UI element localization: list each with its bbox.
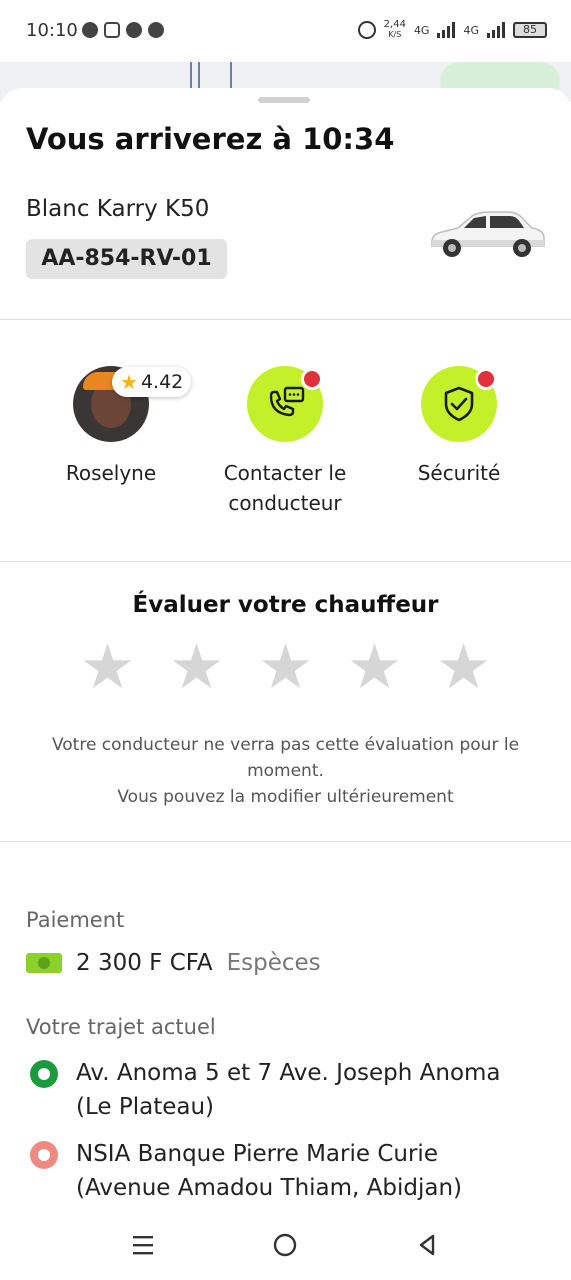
status-bar: 10:10 2,44 K/S 4G 4G 85 bbox=[0, 0, 571, 62]
driver-name: Roselyne bbox=[65, 461, 157, 485]
snapchat-icon bbox=[126, 22, 142, 38]
recent-apps-button[interactable] bbox=[126, 1228, 160, 1262]
fare-amount: 2 300 F CFA bbox=[76, 950, 213, 976]
net-speed-value: 2,44 bbox=[383, 19, 406, 30]
notification-dot bbox=[475, 368, 497, 390]
contact-icon-circle[interactable] bbox=[247, 366, 323, 442]
home-button[interactable] bbox=[268, 1228, 302, 1262]
pickup-row: Av. Anoma 5 et 7 Ave. Joseph Anoma (Le P… bbox=[30, 1056, 530, 1124]
driver-rating-badge: ★ 4.42 bbox=[112, 367, 192, 397]
contact-driver-button[interactable]: Contacter le conducteur bbox=[195, 366, 375, 518]
payment-method: Espèces bbox=[226, 950, 321, 976]
notification-dot bbox=[301, 368, 323, 390]
star-3-icon[interactable]: ★ bbox=[256, 636, 315, 698]
divider bbox=[0, 561, 571, 562]
contact-driver-label: Contacter le conducteur bbox=[223, 461, 347, 515]
star-2-icon[interactable]: ★ bbox=[167, 636, 226, 698]
signal-icon bbox=[487, 22, 505, 38]
app-notification-icon bbox=[104, 22, 120, 38]
star-5-icon[interactable]: ★ bbox=[434, 636, 493, 698]
car-icon bbox=[431, 211, 545, 257]
sheet-drag-handle[interactable] bbox=[258, 97, 310, 103]
safety-label: Sécurité bbox=[417, 461, 501, 485]
rate-driver-title: Évaluer votre chauffeur bbox=[132, 592, 439, 618]
trip-sheet: Vous arriverez à 10:34 Blanc Karry K50 A… bbox=[0, 88, 571, 1208]
pickup-address: Av. Anoma 5 et 7 Ave. Joseph Anoma (Le P… bbox=[76, 1060, 501, 1120]
dropoff-row: NSIA Banque Pierre Marie Curie (Avenue A… bbox=[30, 1137, 530, 1205]
app-notification-icon bbox=[82, 22, 98, 38]
status-time: 10:10 bbox=[26, 20, 78, 41]
rating-note-line-2: Vous pouvez la modifier ultérieurement bbox=[117, 787, 454, 807]
network-type-1: 4G bbox=[413, 23, 430, 37]
rating-note: Votre conducteur ne verra pas cette éval… bbox=[30, 732, 541, 810]
back-button[interactable] bbox=[410, 1228, 444, 1262]
cash-icon bbox=[26, 953, 62, 973]
net-speed: 2,44 K/S bbox=[384, 20, 406, 40]
star-1-icon[interactable]: ★ bbox=[78, 636, 137, 698]
back-triangle-icon bbox=[419, 1234, 435, 1256]
chat-icon bbox=[148, 22, 164, 38]
signal-icon bbox=[437, 22, 456, 38]
net-speed-unit: K/S bbox=[388, 30, 402, 39]
system-nav-bar bbox=[0, 1208, 571, 1280]
alarm-icon bbox=[357, 21, 376, 39]
divider bbox=[0, 841, 571, 842]
notification-icons bbox=[82, 22, 164, 38]
route-label: Votre trajet actuel bbox=[26, 1015, 216, 1039]
dropoff-pin-icon bbox=[30, 1141, 58, 1169]
divider bbox=[0, 319, 571, 320]
arrival-time-title: Vous arriverez à 10:34 bbox=[26, 122, 395, 156]
driver-rating: 4.42 bbox=[140, 371, 184, 393]
pickup-pin-icon bbox=[30, 1060, 58, 1088]
safety-icon-circle[interactable] bbox=[421, 366, 497, 442]
license-plate: AA-854-RV-01 bbox=[26, 239, 227, 279]
car-name: Blanc Karry K50 bbox=[26, 196, 210, 222]
payment-row[interactable]: 2 300 F CFA Espèces bbox=[26, 950, 321, 976]
star-icon: ★ bbox=[120, 370, 138, 394]
menu-icon bbox=[133, 1236, 153, 1255]
home-circle-icon bbox=[273, 1233, 297, 1257]
star-4-icon[interactable]: ★ bbox=[345, 636, 404, 698]
star-rating[interactable]: ★ ★ ★ ★ ★ bbox=[78, 636, 493, 698]
status-indicators: 2,44 K/S 4G 4G 85 bbox=[357, 20, 547, 40]
rating-note-line-1: Votre conducteur ne verra pas cette éval… bbox=[51, 735, 520, 781]
safety-button[interactable]: Sécurité bbox=[369, 366, 549, 488]
payment-label: Paiement bbox=[26, 908, 125, 932]
network-type-2: 4G bbox=[463, 23, 479, 37]
dropoff-address: NSIA Banque Pierre Marie Curie (Avenue A… bbox=[76, 1141, 463, 1201]
battery-icon: 85 bbox=[513, 22, 547, 38]
